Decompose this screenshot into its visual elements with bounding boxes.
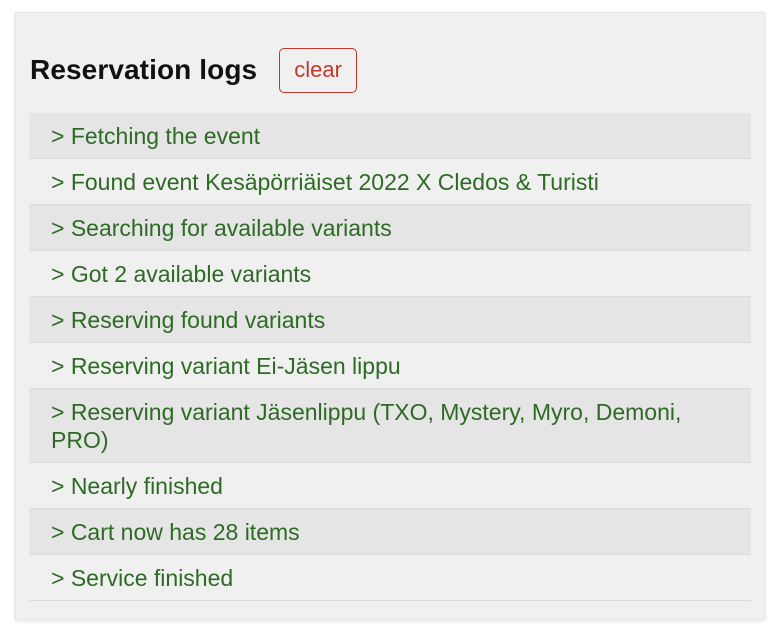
panel-header: Reservation logs clear — [30, 47, 357, 93]
log-entry: > Service finished — [29, 555, 751, 601]
clear-button[interactable]: clear — [279, 47, 357, 93]
log-entry: > Fetching the event — [29, 113, 751, 159]
panel-title: Reservation logs — [30, 54, 258, 85]
log-entry: > Searching for available variants — [29, 205, 751, 251]
log-list: > Fetching the event > Found event Kesäp… — [29, 113, 751, 601]
log-entry: > Cart now has 28 items — [29, 509, 751, 555]
log-entry: > Reserving found variants — [29, 297, 751, 343]
log-entry: > Got 2 available variants — [29, 251, 751, 297]
log-entry: > Nearly finished — [29, 463, 751, 509]
log-entry: > Reserving variant Jäsenlippu (TXO, Mys… — [29, 389, 751, 463]
log-entry: > Reserving variant Ei-Jäsen lippu — [29, 343, 751, 389]
reservation-logs-panel: Reservation logs clear > Fetching the ev… — [15, 12, 765, 620]
log-entry: > Found event Kesäpörriäiset 2022 X Cled… — [29, 159, 751, 205]
